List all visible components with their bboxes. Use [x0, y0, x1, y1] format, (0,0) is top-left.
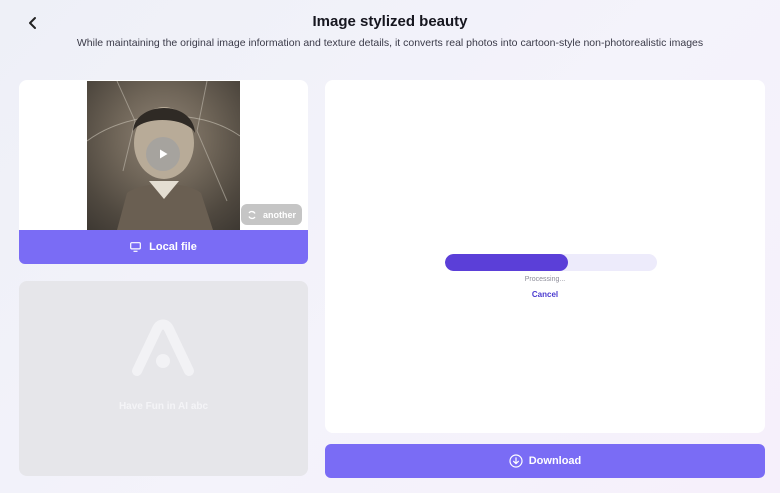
placeholder-text: Have Fun in AI abc — [118, 401, 209, 412]
page-title: Image stylized beauty — [312, 13, 468, 30]
result-panel: Processing... Cancel — [325, 80, 765, 433]
processing-status: Processing... — [524, 276, 566, 283]
cancel-button[interactable]: Cancel — [325, 290, 765, 299]
uploaded-photo — [87, 81, 240, 230]
another-button[interactable]: another — [241, 204, 302, 225]
upload-section: another Local file — [19, 80, 308, 264]
progress-fill — [445, 254, 568, 271]
local-file-label: Local file — [149, 241, 197, 253]
download-circle-icon — [509, 454, 523, 468]
local-file-button[interactable]: Local file — [19, 230, 308, 264]
ai-logo-icon — [132, 319, 194, 376]
image-preview: another — [19, 80, 308, 230]
download-label: Download — [528, 455, 582, 467]
page-subtitle: While maintaining the original image inf… — [76, 37, 704, 49]
download-button[interactable]: Download — [325, 444, 765, 478]
play-button[interactable] — [146, 137, 180, 171]
play-icon — [160, 149, 168, 159]
refresh-icon — [248, 210, 256, 219]
progress-bar — [445, 254, 657, 271]
another-label: another — [262, 209, 296, 220]
monitor-icon — [130, 242, 142, 252]
placeholder-card: Have Fun in AI abc — [19, 281, 308, 476]
